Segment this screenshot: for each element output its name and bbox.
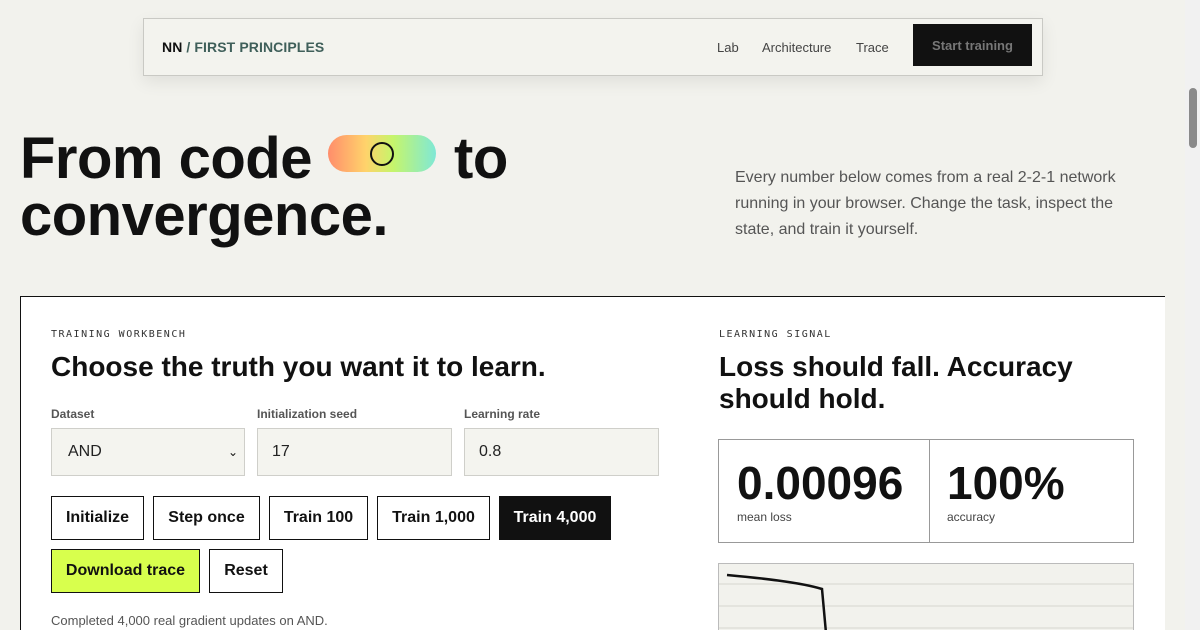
dataset-selected-value: AND (68, 443, 102, 460)
pill-knob-icon (370, 142, 394, 166)
brand-prefix: NN (162, 39, 183, 55)
mean-loss-value: 0.00096 (737, 457, 904, 509)
chevron-down-icon: ⌄ (227, 445, 238, 459)
training-status: Completed 4,000 real gradient updates on… (51, 613, 328, 628)
loss-curve-chart (718, 563, 1134, 630)
hero-title: From code to convergence. (20, 130, 508, 248)
workbench-eyebrow: TRAINING WORKBENCH (51, 329, 187, 340)
train-4000-button[interactable]: Train 4,000 (499, 496, 611, 540)
mean-loss-label: mean loss (737, 510, 792, 524)
signal-heading: Loss should fall. Accuracy should hold. (719, 351, 1073, 415)
workbench-heading: Choose the truth you want it to learn. (51, 351, 546, 382)
step-once-button[interactable]: Step once (153, 496, 260, 540)
nav-link-lab[interactable]: Lab (717, 40, 739, 55)
hero-line-2: convergence. (20, 183, 388, 248)
dataset-label: Dataset (51, 407, 95, 421)
gradient-toggle-pill (328, 135, 436, 172)
hero-line-1: From code to (20, 130, 508, 188)
signal-heading-line-2: should hold. (719, 383, 886, 414)
loss-curve-line (726, 573, 827, 630)
start-training-button[interactable]: Start training (913, 24, 1032, 66)
brand-logo[interactable]: NN / FIRST PRINCIPLES (162, 39, 324, 55)
learning-signal-panel: LEARNING SIGNAL Loss should fall. Accura… (688, 296, 1165, 630)
learning-rate-input[interactable]: 0.8 (464, 428, 659, 476)
download-trace-button[interactable]: Download trace (51, 549, 200, 593)
signal-eyebrow: LEARNING SIGNAL (719, 329, 832, 340)
brand-suffix: / FIRST PRINCIPLES (182, 39, 325, 55)
loss-curve-svg (719, 573, 1133, 630)
hero-line-1-start: From code (20, 126, 313, 191)
training-workbench-panel: TRAINING WORKBENCH Choose the truth you … (20, 296, 689, 630)
initialize-button[interactable]: Initialize (51, 496, 144, 540)
learning-rate-label: Learning rate (464, 407, 541, 421)
metrics-divider (929, 440, 930, 542)
nav-link-architecture[interactable]: Architecture (762, 40, 831, 55)
scrollbar-thumb[interactable] (1189, 88, 1197, 148)
dataset-select[interactable]: AND ⌄ (51, 428, 245, 476)
train-1000-button[interactable]: Train 1,000 (377, 496, 490, 540)
train-100-button[interactable]: Train 100 (269, 496, 368, 540)
seed-input[interactable]: 17 (257, 428, 452, 476)
accuracy-label: accuracy (947, 510, 996, 524)
signal-heading-line-1: Loss should fall. Accuracy (719, 351, 1073, 382)
metrics-card: 0.00096 mean loss 100% accuracy (718, 439, 1134, 543)
nav-link-trace[interactable]: Trace (856, 40, 889, 55)
top-navbar: NN / FIRST PRINCIPLES Lab Architecture T… (143, 18, 1043, 76)
accuracy-value: 100% (947, 457, 1065, 509)
seed-label: Initialization seed (257, 407, 358, 421)
hero-description: Every number below comes from a real 2-2… (735, 169, 1116, 238)
reset-button[interactable]: Reset (209, 549, 283, 593)
hero-line-1-end: to (454, 126, 508, 191)
page-scrollbar[interactable] (1185, 0, 1200, 630)
